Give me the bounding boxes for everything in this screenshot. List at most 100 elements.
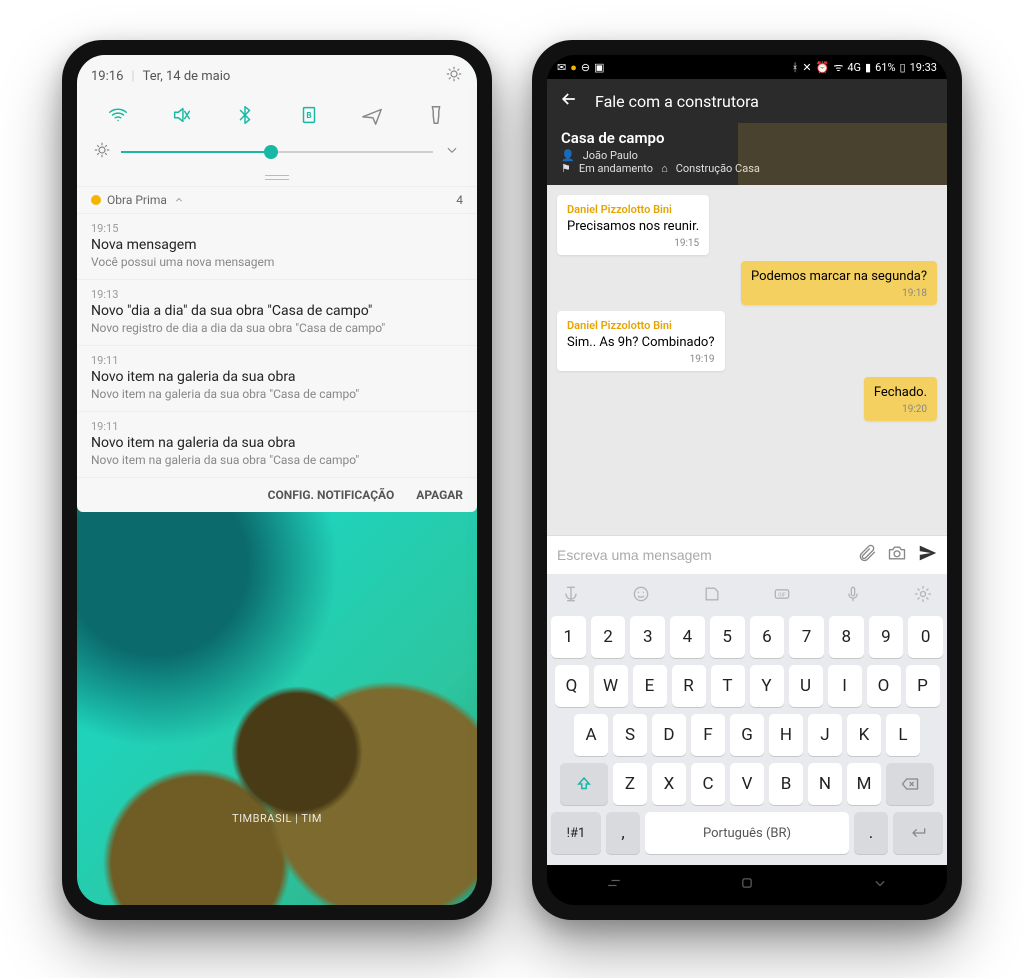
key-space[interactable]: Português (BR) (645, 812, 849, 854)
phone-left: TIMBRASIL | TIM 19:16 | Ter, 14 de maio … (62, 40, 492, 920)
network-label: 4G (847, 61, 861, 74)
battery-icon: ▯ (900, 61, 906, 74)
sticker-icon[interactable] (702, 584, 722, 608)
android-navbar (547, 865, 947, 905)
notification-group-header[interactable]: Obra Prima 4 (77, 186, 477, 213)
chat-thread[interactable]: Daniel Pizzolotto Bini Precisamos nos re… (547, 185, 947, 535)
key-w[interactable]: W (594, 665, 628, 707)
camera-icon[interactable] (887, 543, 907, 567)
mic-icon[interactable] (843, 584, 863, 608)
send-button[interactable] (917, 542, 939, 568)
key-7[interactable]: 7 (789, 616, 824, 658)
key-e[interactable]: E (633, 665, 667, 707)
notification-item[interactable]: 19:13 Novo "dia a dia" da sua obra "Casa… (77, 279, 477, 345)
key-enter[interactable] (893, 812, 943, 854)
signal-icon: ▮ (865, 61, 871, 74)
key-0[interactable]: 0 (908, 616, 943, 658)
back-button[interactable] (559, 89, 579, 113)
key-4[interactable]: 4 (670, 616, 705, 658)
keyboard-row-2: A S D F G H J K L (551, 714, 943, 756)
key-j[interactable]: J (808, 714, 842, 756)
key-g[interactable]: G (730, 714, 764, 756)
bluetooth-icon: ᚼ (792, 61, 799, 74)
key-s[interactable]: S (613, 714, 647, 756)
chat-message-outgoing[interactable]: Fechado. 19:20 (864, 377, 937, 421)
notification-item[interactable]: 19:11 Novo item na galeria da sua obra N… (77, 411, 477, 477)
nav-home-button[interactable] (737, 873, 757, 897)
message-input[interactable] (555, 546, 847, 564)
key-x[interactable]: X (652, 763, 686, 805)
carrier-watermark: TIMBRASIL | TIM (77, 812, 477, 825)
project-info[interactable]: Casa de campo 👤 João Paulo ⚑ Em andament… (547, 123, 947, 185)
key-comma[interactable]: , (606, 812, 640, 854)
key-l[interactable]: L (886, 714, 920, 756)
key-period[interactable]: . (854, 812, 888, 854)
expand-icon[interactable] (443, 141, 461, 163)
nav-back-button[interactable] (870, 873, 890, 897)
gif-icon[interactable]: GIF (772, 584, 792, 608)
chevron-up-icon (173, 194, 185, 206)
key-6[interactable]: 6 (750, 616, 785, 658)
key-f[interactable]: F (691, 714, 725, 756)
notification-count: 4 (456, 193, 463, 207)
statusbar-date: Ter, 14 de maio (143, 69, 231, 84)
key-p[interactable]: P (906, 665, 940, 707)
key-shift[interactable] (560, 763, 608, 805)
key-v[interactable]: V (730, 763, 764, 805)
bluetooth-toggle[interactable] (222, 95, 268, 135)
brightness-toggle[interactable]: B (286, 95, 332, 135)
attach-icon[interactable] (857, 543, 877, 567)
key-u[interactable]: U (789, 665, 823, 707)
key-3[interactable]: 3 (630, 616, 665, 658)
sound-toggle[interactable] (159, 95, 205, 135)
key-1[interactable]: 1 (551, 616, 586, 658)
key-h[interactable]: H (769, 714, 803, 756)
key-c[interactable]: C (691, 763, 725, 805)
clear-notifications-button[interactable]: APAGAR (416, 488, 463, 502)
flashlight-toggle[interactable] (413, 95, 459, 135)
chat-message-incoming[interactable]: Daniel Pizzolotto Bini Precisamos nos re… (557, 195, 709, 255)
key-n[interactable]: N (808, 763, 842, 805)
key-m[interactable]: M (847, 763, 881, 805)
key-r[interactable]: R (672, 665, 706, 707)
chat-message-incoming[interactable]: Daniel Pizzolotto Bini Sim.. As 9h? Comb… (557, 311, 725, 371)
keyboard-row-4: !#1 , Português (BR) . (551, 812, 943, 854)
key-9[interactable]: 9 (869, 616, 904, 658)
keyboard: GIF 1 2 3 4 5 6 7 8 9 0 Q (547, 574, 947, 865)
keyboard-row-3: Z X C V B N M (551, 763, 943, 805)
notification-item[interactable]: 19:11 Novo item na galeria da sua obra N… (77, 345, 477, 411)
notification-app-name: Obra Prima (107, 193, 167, 207)
statusbar-time: 19:16 (91, 69, 123, 84)
notification-item[interactable]: 19:15 Nova mensagem Você possui uma nova… (77, 213, 477, 279)
wifi-toggle[interactable] (95, 95, 141, 135)
emoji-icon[interactable] (631, 584, 651, 608)
key-t[interactable]: T (711, 665, 745, 707)
phone-right: ✉ ● ⊖ ▣ ᚼ ✕ ⏰ ᯤ 4G ▮ 61% ▯ 19:33 Fale co… (532, 40, 962, 920)
key-y[interactable]: Y (750, 665, 784, 707)
home-icon: ⌂ (661, 162, 668, 175)
shade-handle[interactable] (265, 175, 289, 180)
mail-icon: ✉ (557, 61, 566, 74)
key-8[interactable]: 8 (829, 616, 864, 658)
brightness-slider[interactable] (121, 151, 433, 153)
key-k[interactable]: K (847, 714, 881, 756)
key-q[interactable]: Q (555, 665, 589, 707)
key-2[interactable]: 2 (591, 616, 626, 658)
voice-typing-icon[interactable] (561, 584, 581, 608)
key-z[interactable]: Z (613, 763, 647, 805)
settings-icon[interactable] (445, 65, 463, 87)
key-b[interactable]: B (769, 763, 803, 805)
config-notifications-button[interactable]: CONFIG. NOTIFICAÇÃO (268, 488, 395, 502)
key-backspace[interactable] (886, 763, 934, 805)
nav-recent-button[interactable] (604, 873, 624, 897)
keyboard-settings-icon[interactable] (913, 584, 933, 608)
key-a[interactable]: A (574, 714, 608, 756)
airplane-toggle[interactable] (349, 95, 395, 135)
key-5[interactable]: 5 (710, 616, 745, 658)
key-symbols[interactable]: !#1 (551, 812, 601, 854)
key-i[interactable]: I (828, 665, 862, 707)
screen-notifications: TIMBRASIL | TIM 19:16 | Ter, 14 de maio … (77, 55, 477, 905)
chat-message-outgoing[interactable]: Podemos marcar na segunda? 19:18 (741, 261, 937, 305)
key-d[interactable]: D (652, 714, 686, 756)
key-o[interactable]: O (867, 665, 901, 707)
